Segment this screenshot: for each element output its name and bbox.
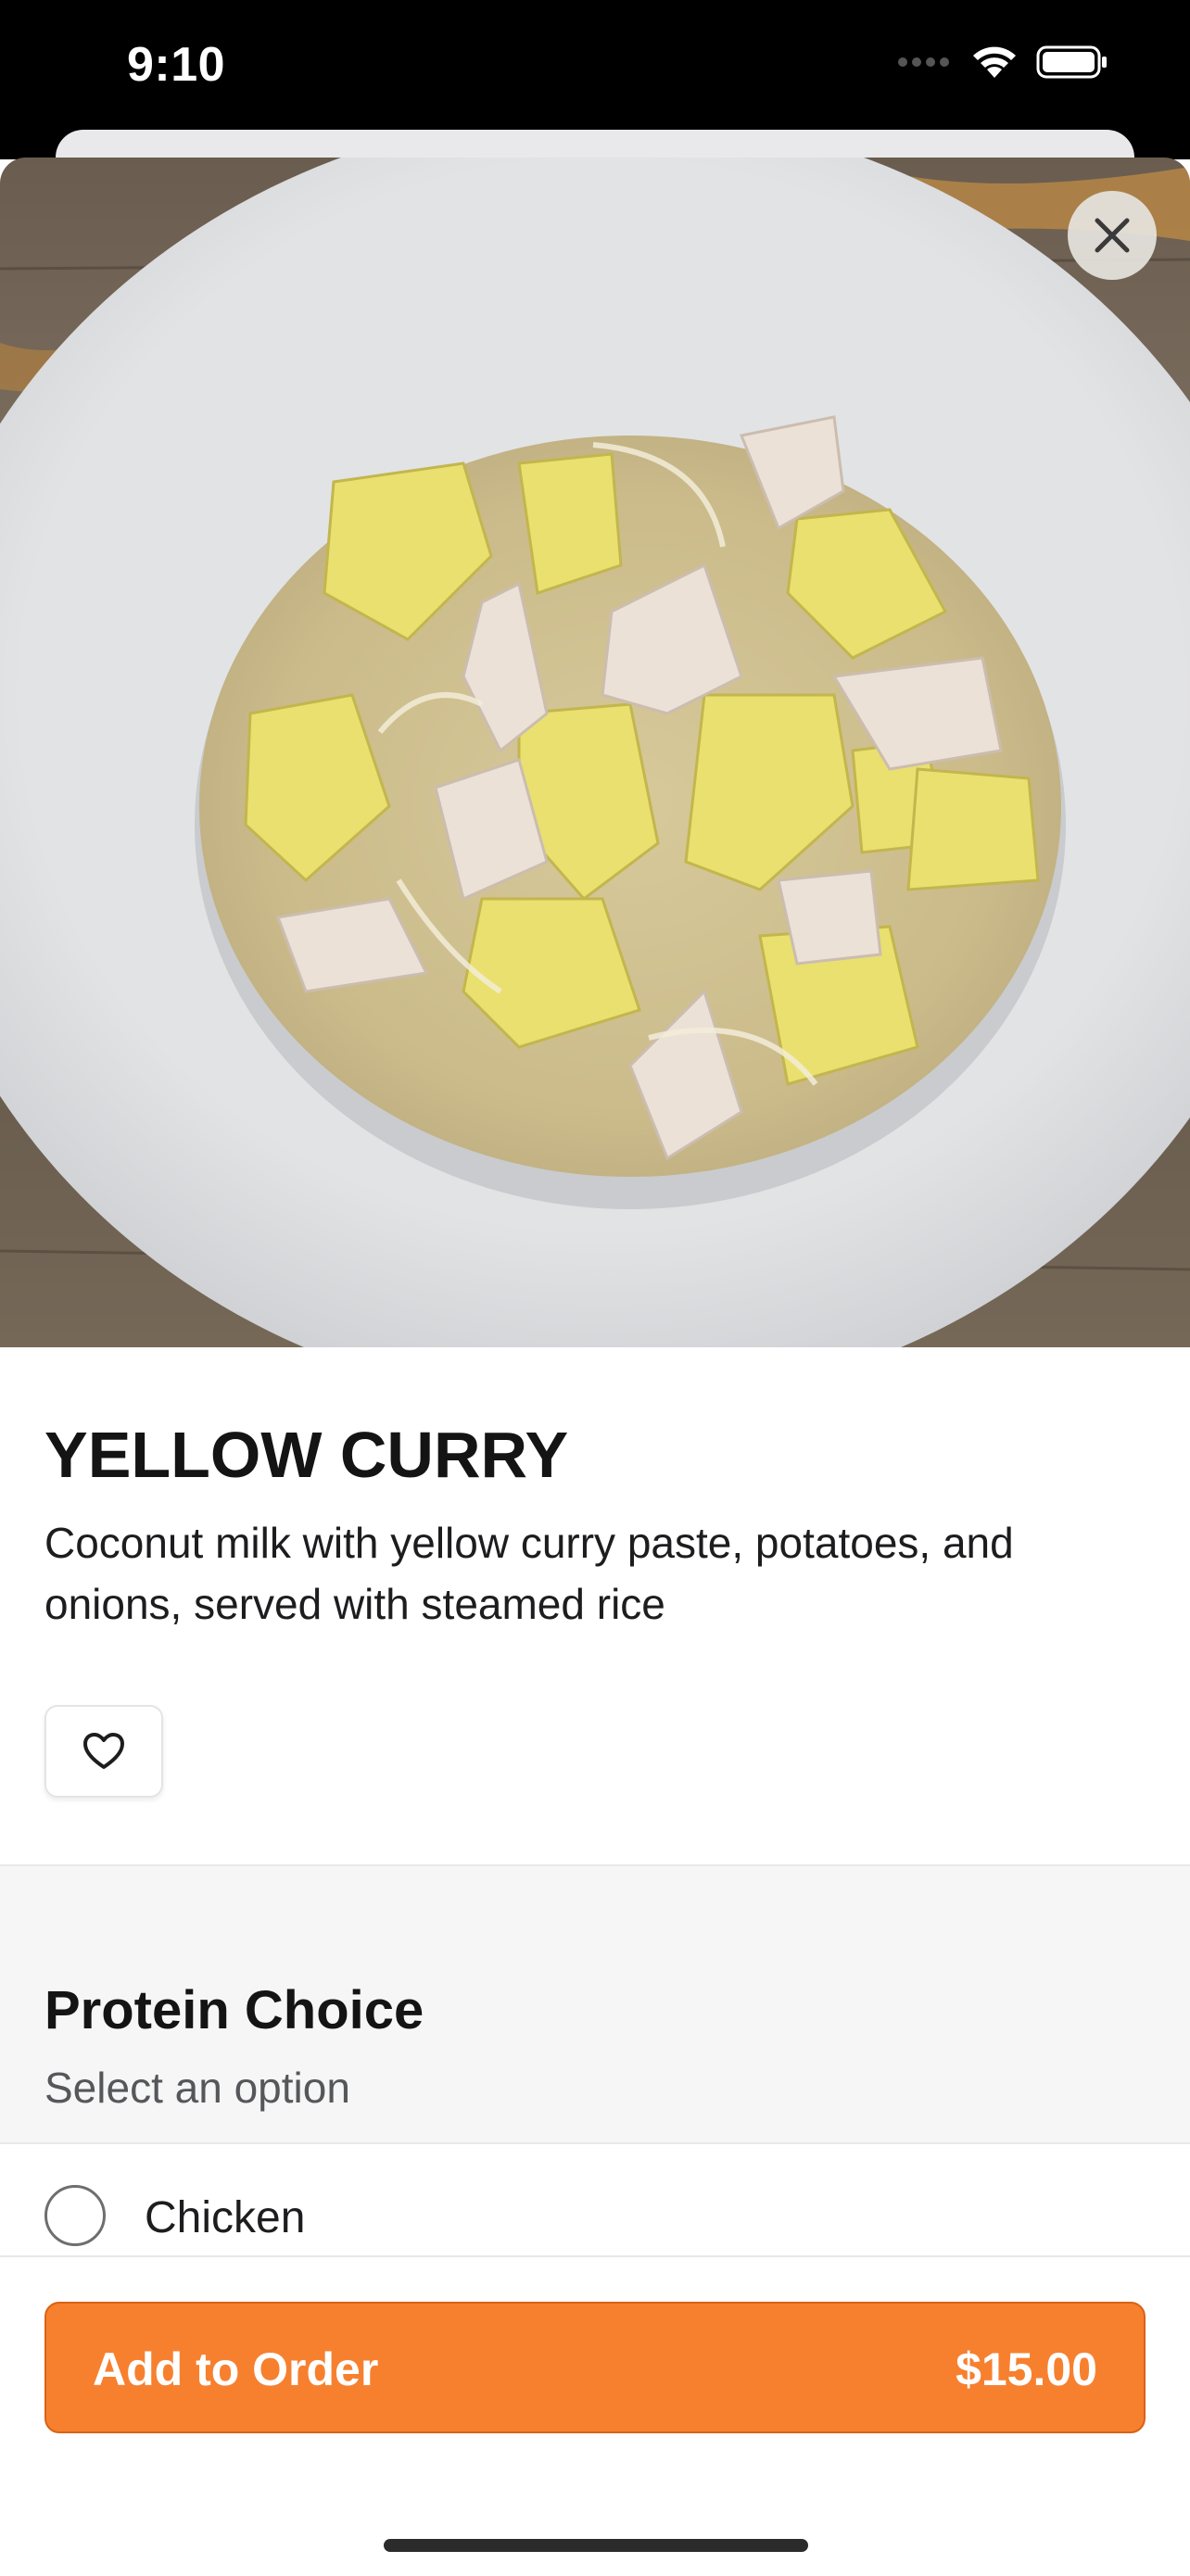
add-to-order-button[interactable]: Add to Order $15.00	[44, 2302, 1146, 2433]
add-to-order-label: Add to Order	[93, 2343, 379, 2395]
item-title: YELLOW CURRY	[44, 1419, 569, 1491]
battery-icon	[1036, 45, 1107, 79]
item-image	[0, 158, 1190, 1347]
wifi-icon	[973, 46, 1016, 78]
home-indicator	[384, 2539, 808, 2552]
favorite-button[interactable]	[44, 1705, 163, 1798]
radio-button[interactable]	[44, 2185, 106, 2246]
curry-photo	[0, 158, 1190, 1347]
status-icons	[897, 44, 1108, 80]
cellular-signal-icon	[898, 57, 949, 67]
option-label: Chicken	[145, 2193, 306, 2242]
close-icon	[1095, 218, 1130, 253]
price-label: $15.00	[956, 2343, 1097, 2395]
heart-icon	[83, 1733, 124, 1769]
item-description: Coconut milk with yellow curry paste, po…	[44, 1519, 1014, 1628]
close-button[interactable]	[1068, 191, 1157, 280]
status-time: 9:10	[127, 38, 226, 92]
option-chicken[interactable]: Chicken	[0, 2144, 1190, 2255]
section-title: Protein Choice	[44, 1980, 424, 2040]
section-subtitle: Select an option	[44, 2064, 350, 2112]
